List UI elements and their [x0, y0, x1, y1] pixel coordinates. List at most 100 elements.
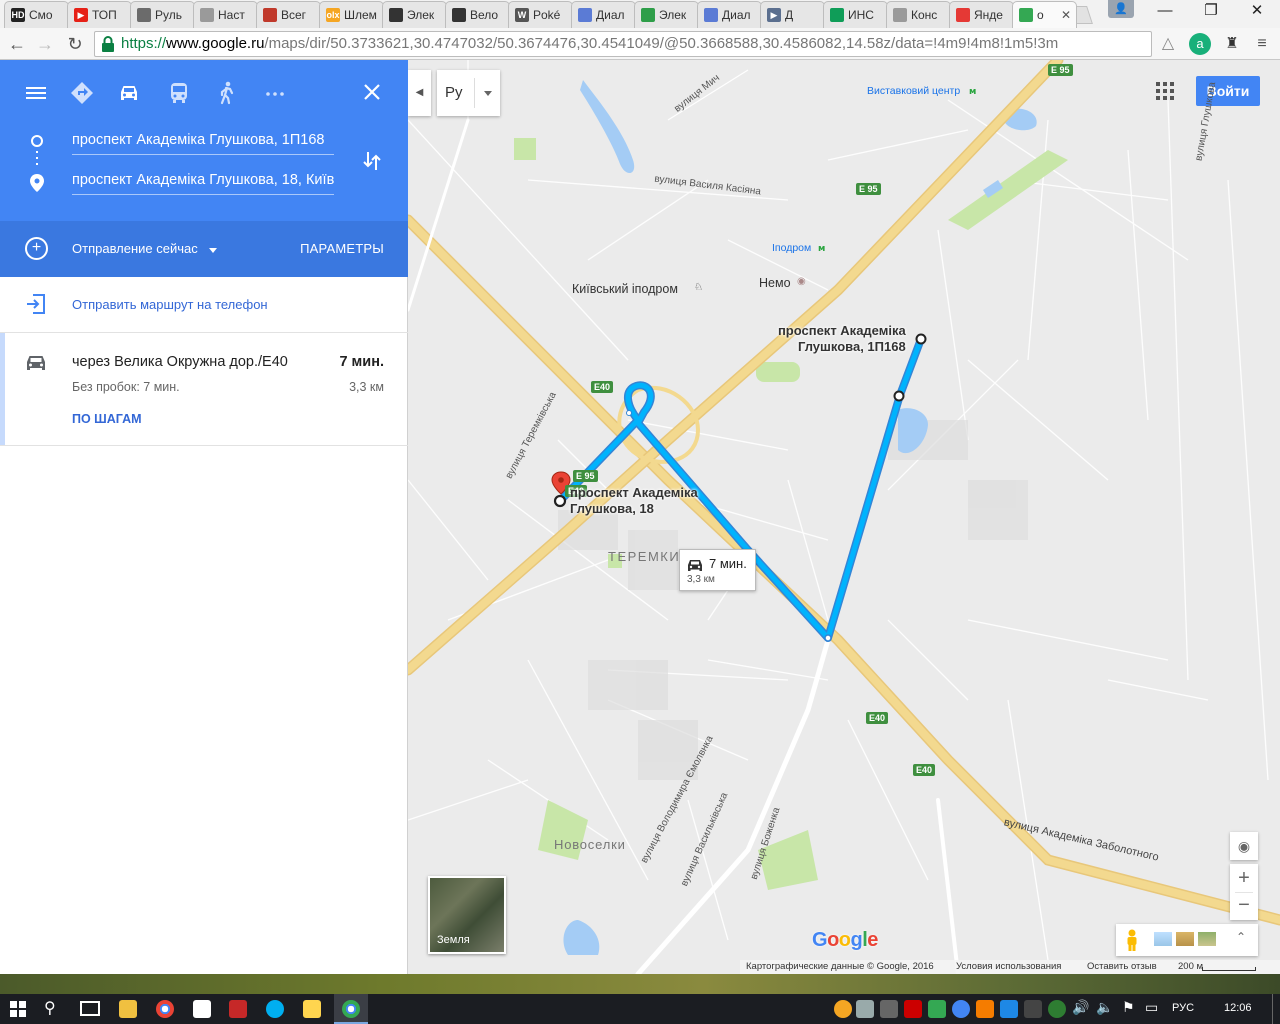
browser-tab[interactable]: Диал: [571, 1, 636, 28]
skype-icon[interactable]: [266, 1000, 284, 1018]
close-window-button[interactable]: ✕: [1234, 0, 1280, 24]
swap-waypoints-icon[interactable]: [360, 149, 384, 173]
route-option[interactable]: через Велика Окружна дор./E40 7 мин. Без…: [0, 333, 408, 446]
terms-link[interactable]: Условия использования: [956, 960, 1061, 974]
place-hippodrome-metro[interactable]: Іподром: [772, 242, 811, 254]
back-icon[interactable]: ←: [4, 32, 30, 56]
browser-tab[interactable]: о ✕: [1012, 1, 1077, 28]
add-destination-icon[interactable]: +: [25, 237, 48, 260]
grammarly-extension-icon[interactable]: a: [1189, 33, 1211, 55]
menu-icon[interactable]: ≡: [1251, 33, 1273, 55]
satellite-toggle[interactable]: Земля: [428, 876, 506, 954]
tray-network-icon[interactable]: [1048, 1000, 1066, 1018]
depart-time-select[interactable]: Отправление сейчас: [72, 241, 198, 256]
tray-app-icon[interactable]: [880, 1000, 898, 1018]
show-desktop-button[interactable]: [1272, 994, 1273, 1024]
reload-icon[interactable]: ↻: [62, 32, 88, 56]
browser-tab[interactable]: HD Смо: [4, 1, 69, 28]
active-chrome-taskbar-button[interactable]: [334, 994, 368, 1024]
origin-marker-label[interactable]: проспект Академіка Глушкова, 1П168: [776, 323, 906, 355]
browser-tab[interactable]: Элек: [382, 1, 447, 28]
place-exhibition-centre[interactable]: Виставковий центр: [867, 85, 960, 97]
apps-grid-icon[interactable]: [1156, 82, 1174, 100]
browser-tab[interactable]: W Poké: [508, 1, 573, 28]
terrain-thumbnail-icon[interactable]: [1176, 932, 1194, 946]
address-bar[interactable]: https://www.google.ru/maps/dir/50.373362…: [94, 31, 1152, 57]
pegman-icon[interactable]: [1124, 929, 1140, 951]
origin-input[interactable]: проспект Академіка Глушкова, 1П168: [72, 129, 334, 155]
my-location-button[interactable]: ◉: [1230, 832, 1258, 860]
feedback-link[interactable]: Оставить отзыв: [1087, 960, 1157, 974]
close-directions-icon[interactable]: [359, 79, 385, 105]
browser-tab[interactable]: Элек: [634, 1, 699, 28]
browser-tab[interactable]: ▶ Д: [760, 1, 825, 28]
tray-acrobat-icon[interactable]: [904, 1000, 922, 1018]
transit-mode-icon[interactable]: [166, 80, 192, 106]
app-2016-icon[interactable]: [229, 1000, 247, 1018]
car-mode-icon[interactable]: [116, 80, 142, 106]
forward-icon[interactable]: →: [32, 32, 58, 56]
map-canvas[interactable]: мм ◀ Ру Войти Виставковий центр Іподром …: [408, 60, 1280, 974]
tray-sound-alert-icon[interactable]: 🔈: [1096, 999, 1113, 1016]
chevron-down-icon[interactable]: [484, 91, 492, 96]
step-by-step-link[interactable]: ПО ШАГАМ: [72, 412, 142, 426]
tray-clock[interactable]: 12:06: [1224, 1002, 1252, 1014]
place-hippodrome[interactable]: Київський іподром: [572, 282, 678, 296]
photo-thumbnail-icon[interactable]: [1198, 932, 1216, 946]
place-nemo[interactable]: Немо: [759, 276, 791, 290]
map-search-box[interactable]: Ру: [437, 70, 500, 116]
scale-label[interactable]: 200 м: [1178, 960, 1203, 974]
windows-start-icon[interactable]: [10, 1001, 26, 1017]
drive-extension-icon[interactable]: △: [1157, 33, 1179, 55]
zoom-in-button[interactable]: +: [1230, 864, 1258, 892]
folder-icon[interactable]: [303, 1000, 321, 1018]
tray-flag-icon[interactable]: ⚑: [1122, 999, 1135, 1016]
chrome-icon[interactable]: [156, 1000, 174, 1018]
tray-app-icon[interactable]: [1000, 1000, 1018, 1018]
tray-app-icon[interactable]: [834, 1000, 852, 1018]
browser-tab[interactable]: Конс: [886, 1, 951, 28]
collapse-panel-button[interactable]: ◀: [408, 70, 431, 116]
tray-notification-icon[interactable]: ▭: [1145, 999, 1158, 1016]
send-to-phone-link[interactable]: Отправить маршрут на телефон: [72, 297, 268, 312]
browser-tab[interactable]: Янде: [949, 1, 1014, 28]
tray-drive-icon[interactable]: [928, 1000, 946, 1018]
more-modes-icon[interactable]: [262, 80, 288, 106]
chevron-up-icon[interactable]: ⌃: [1236, 930, 1246, 944]
app-icon[interactable]: [193, 1000, 211, 1018]
tray-app-icon[interactable]: [1024, 1000, 1042, 1018]
browser-tab[interactable]: Вело: [445, 1, 510, 28]
tray-language[interactable]: РУС: [1172, 1002, 1194, 1014]
destination-input[interactable]: проспект Академіка Глушкова, 18, Київ: [72, 169, 334, 195]
browser-tab[interactable]: Всег: [256, 1, 321, 28]
send-to-phone-row[interactable]: Отправить маршрут на телефон: [0, 277, 408, 333]
sky-thumbnail-icon[interactable]: [1154, 932, 1172, 946]
profile-icon[interactable]: 👤: [1108, 0, 1134, 18]
options-button[interactable]: ПАРАМЕТРЫ: [300, 241, 384, 256]
chef-extension-icon[interactable]: ♜: [1221, 33, 1243, 55]
browser-tab[interactable]: ▶ ТОП: [67, 1, 132, 28]
tray-chrome-icon[interactable]: [952, 1000, 970, 1018]
destination-marker-label[interactable]: проспект Академіка Глушкова, 18: [570, 485, 698, 517]
restore-button[interactable]: ❐: [1188, 0, 1234, 24]
route-time-badge[interactable]: 7 мин. 3,3 км: [679, 549, 756, 591]
browser-tab[interactable]: ИНС: [823, 1, 888, 28]
task-view-icon[interactable]: [80, 1001, 100, 1016]
minimize-button[interactable]: —: [1142, 0, 1188, 24]
origin-marker-line2: Глушкова, 1П168: [798, 339, 906, 354]
tray-volume-icon[interactable]: 🔊: [1072, 999, 1089, 1016]
directions-diamond-icon[interactable]: [69, 80, 95, 106]
browser-tab[interactable]: Руль: [130, 1, 195, 28]
walking-mode-icon[interactable]: [214, 80, 240, 106]
hamburger-menu-icon[interactable]: [23, 80, 49, 106]
chevron-down-icon[interactable]: [209, 248, 217, 253]
tray-monitor-icon[interactable]: [856, 1000, 874, 1018]
zoom-out-button[interactable]: −: [1230, 893, 1258, 920]
file-explorer-icon[interactable]: [119, 1000, 137, 1018]
browser-tab[interactable]: Наст: [193, 1, 258, 28]
search-icon[interactable]: ⚲: [44, 998, 56, 1018]
browser-tab[interactable]: Диал: [697, 1, 762, 28]
browser-tab[interactable]: olx Шлем: [319, 1, 384, 28]
tray-app-icon[interactable]: [976, 1000, 994, 1018]
close-tab-icon[interactable]: ✕: [1061, 8, 1071, 22]
